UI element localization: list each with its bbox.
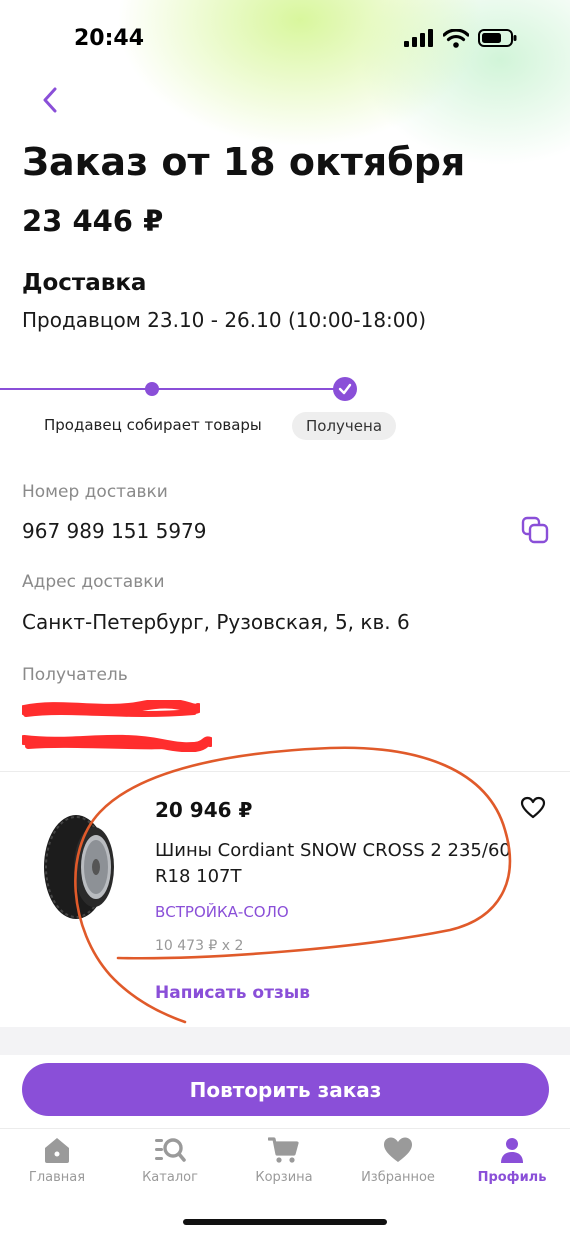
section-separator bbox=[0, 1027, 570, 1055]
delivery-address-value: Санкт-Петербург, Рузовская, 5, кв. 6 bbox=[22, 610, 410, 634]
delivery-heading: Доставка bbox=[22, 270, 147, 296]
seller-name[interactable]: ВСТРОЙКА-СОЛО bbox=[155, 903, 289, 921]
delivery-address-label: Адрес доставки bbox=[22, 572, 165, 592]
tab-label: Избранное bbox=[361, 1170, 435, 1185]
repeat-order-button[interactable]: Повторить заказ bbox=[22, 1063, 549, 1116]
tab-label: Профиль bbox=[477, 1170, 547, 1185]
delivery-schedule: Продавцом 23.10 - 26.10 (10:00-18:00) bbox=[22, 308, 427, 332]
write-review-link[interactable]: Написать отзыв bbox=[155, 983, 310, 1003]
redacted-recipient-phone bbox=[22, 734, 212, 752]
page-title: Заказ от 18 октября bbox=[22, 140, 466, 184]
tab-label: Главная bbox=[28, 1170, 86, 1185]
status-icons bbox=[404, 27, 518, 49]
redacted-recipient-name bbox=[22, 700, 200, 717]
tire-image[interactable] bbox=[40, 812, 120, 922]
delivery-number-label: Номер доставки bbox=[22, 482, 168, 502]
recipient-label: Получатель bbox=[22, 665, 128, 685]
favorite-button[interactable] bbox=[520, 795, 546, 821]
chevron-left-icon bbox=[43, 87, 57, 113]
tab-catalog[interactable]: Каталог bbox=[115, 1136, 225, 1185]
tab-favorites[interactable]: Избранное bbox=[343, 1136, 453, 1185]
copy-button[interactable] bbox=[520, 515, 550, 545]
tab-home[interactable]: Главная bbox=[2, 1136, 112, 1185]
battery-icon bbox=[478, 29, 517, 47]
stage-label-collecting: Продавец собирает товары bbox=[44, 416, 262, 434]
back-button[interactable] bbox=[32, 80, 68, 120]
delivery-progress-line bbox=[0, 388, 345, 390]
tab-cart[interactable]: Корзина bbox=[229, 1136, 339, 1185]
status-badge: Получена bbox=[292, 412, 397, 440]
check-icon bbox=[338, 383, 352, 395]
progress-step-dot bbox=[145, 382, 159, 396]
product-price: 20 946 ₽ bbox=[155, 798, 253, 822]
heart-icon bbox=[384, 1137, 412, 1162]
delivery-number-value: 967 989 151 5979 bbox=[22, 519, 207, 543]
cart-icon bbox=[268, 1137, 299, 1163]
wifi-icon bbox=[443, 28, 469, 48]
copy-icon bbox=[521, 516, 549, 544]
home-icon bbox=[45, 1138, 69, 1163]
tab-profile[interactable]: Профиль bbox=[457, 1136, 567, 1185]
unit-price-quantity: 10 473 ₽ x 2 bbox=[155, 938, 244, 954]
product-name[interactable]: Шины Cordiant SNOW CROSS 2 235/60 R18 10… bbox=[155, 838, 515, 890]
profile-icon bbox=[501, 1138, 523, 1163]
catalog-icon bbox=[155, 1138, 186, 1162]
tab-label: Каталог bbox=[142, 1170, 198, 1185]
order-total: 23 446 ₽ bbox=[22, 204, 164, 238]
status-time: 20:44 bbox=[74, 26, 145, 51]
tab-label: Корзина bbox=[255, 1170, 313, 1185]
signal-icon bbox=[404, 29, 433, 47]
progress-step-complete bbox=[333, 377, 357, 401]
heart-outline-icon bbox=[520, 796, 546, 819]
home-indicator bbox=[183, 1219, 387, 1225]
section-divider bbox=[0, 771, 570, 772]
